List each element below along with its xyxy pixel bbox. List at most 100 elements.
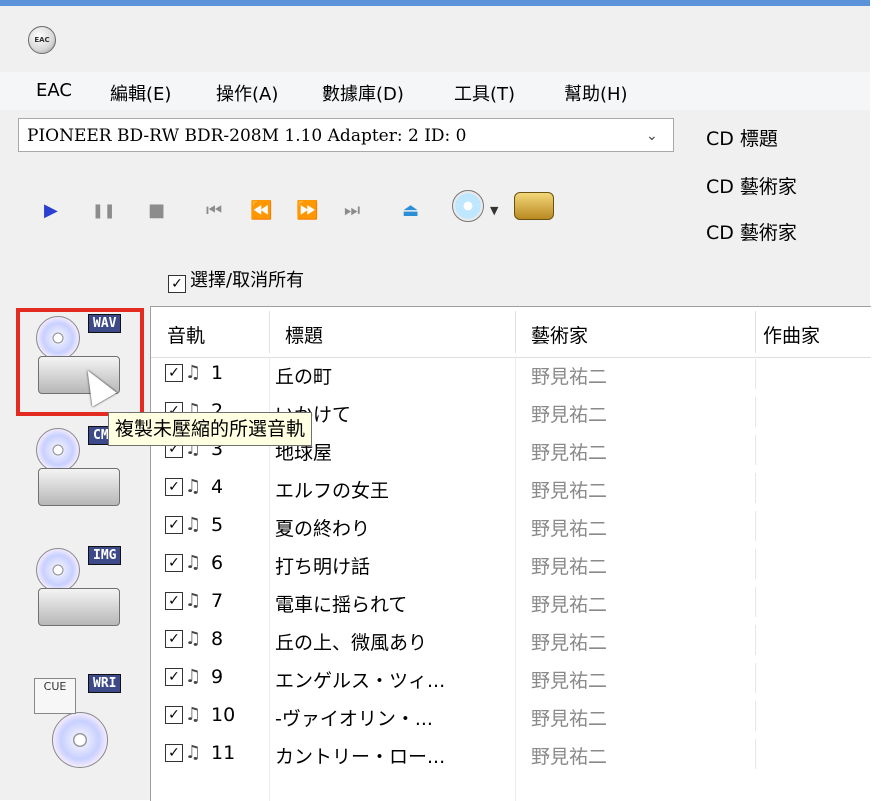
track-checkbox[interactable]: ✓ — [165, 554, 183, 572]
track-artist[interactable]: 野見祐二 — [531, 742, 607, 769]
table-row[interactable]: ✓ ♫ 6 打ち明け話 野見祐二 — [151, 549, 871, 579]
track-artist[interactable]: 野見祐二 — [531, 590, 607, 617]
track-title[interactable]: 丘の町 — [275, 362, 503, 389]
track-artist[interactable]: 野見祐二 — [531, 628, 607, 655]
track-number: 5 — [211, 514, 224, 536]
metadata-fetch-icon[interactable] — [514, 192, 554, 220]
select-all-checkbox[interactable]: ✓ 選擇/取消所有 — [168, 266, 304, 293]
pause-icon[interactable]: ❚❚ — [92, 203, 115, 219]
track-checkbox[interactable]: ✓ — [165, 668, 183, 686]
track-title[interactable]: 丘の上、微風あり — [275, 628, 503, 655]
track-title[interactable]: エンゲルス・ツィ... — [275, 666, 503, 693]
cd-artist-label: CD 藝術家 — [706, 176, 797, 198]
rewind-icon[interactable]: ⏪ — [250, 200, 272, 221]
dropdown-arrow-icon[interactable]: ▼ — [490, 204, 498, 217]
track-title[interactable]: 打ち明け話 — [275, 552, 503, 579]
track-artist[interactable]: 野見祐二 — [531, 476, 607, 503]
track-checkbox[interactable]: ✓ — [165, 516, 183, 534]
track-title[interactable]: -ヴァイオリン・... — [275, 704, 503, 731]
track-artist[interactable]: 野見祐二 — [531, 400, 607, 427]
track-composer[interactable] — [755, 587, 872, 617]
play-icon[interactable]: ▶ — [44, 200, 58, 221]
column-header-composer[interactable]: 作曲家 — [763, 321, 820, 348]
track-checkbox[interactable]: ✓ — [165, 364, 183, 382]
track-checkbox[interactable]: ✓ — [165, 592, 183, 610]
track-number: 6 — [211, 552, 224, 574]
track-composer[interactable] — [755, 701, 872, 731]
fast-forward-icon[interactable]: ⏩ — [296, 200, 318, 221]
track-artist[interactable]: 野見祐二 — [531, 438, 607, 465]
table-row[interactable]: ✓ ♫ 9 エンゲルス・ツィ... 野見祐二 — [151, 663, 871, 693]
track-artist[interactable]: 野見祐二 — [531, 666, 607, 693]
track-title[interactable]: エルフの女王 — [275, 476, 503, 503]
music-note-icon: ♫ — [185, 742, 202, 763]
track-composer[interactable] — [755, 549, 872, 579]
table-row[interactable]: ✓ ♫ 7 電車に揺られて 野見祐二 — [151, 587, 871, 617]
column-header-artist[interactable]: 藝術家 — [531, 321, 588, 348]
track-composer[interactable] — [755, 473, 872, 503]
window-frame-top — [0, 0, 870, 6]
music-note-icon: ♫ — [185, 476, 202, 497]
table-row[interactable]: ✓ ♫ 1 丘の町 野見祐二 — [151, 359, 871, 389]
track-number: 9 — [211, 666, 224, 688]
img-tag: IMG — [88, 546, 122, 565]
track-composer[interactable] — [755, 625, 872, 655]
table-row[interactable]: ✓ ♫ 5 夏の終わり 野見祐二 — [151, 511, 871, 541]
app-icon[interactable]: EAC — [28, 26, 56, 54]
track-composer[interactable] — [755, 663, 872, 693]
track-list: 音軌 標題 藝術家 作曲家 ✓ ♫ 1 丘の町 野見祐二 ✓ ♫ 2 いかけて 野見祐二 ✓ ♫ 3 地球… — [150, 306, 871, 801]
music-note-icon: ♫ — [185, 514, 202, 535]
copy-image-button[interactable]: IMG — [22, 540, 134, 640]
track-checkbox[interactable]: ✓ — [165, 630, 183, 648]
table-row[interactable]: ✓ ♫ 4 エルフの女王 野見祐二 — [151, 473, 871, 503]
track-list-header: 音軌 標題 藝術家 作曲家 — [151, 307, 871, 358]
cd-title-label: CD 標題 — [706, 128, 778, 150]
track-number: 10 — [211, 704, 236, 726]
drive-select[interactable]: PIONEER BD-RW BDR-208M 1.10 Adapter: 2 I… — [18, 118, 674, 152]
disc-icon — [52, 712, 108, 768]
menu-eac[interactable]: EAC — [36, 80, 72, 101]
track-checkbox[interactable]: ✓ — [165, 744, 183, 762]
menu-edit[interactable]: 編輯(E) — [110, 80, 171, 106]
track-title[interactable]: カントリー・ロー... — [275, 742, 503, 769]
previous-track-icon[interactable]: ⏮ — [206, 200, 222, 221]
track-composer[interactable] — [755, 397, 872, 427]
column-separator[interactable] — [515, 311, 516, 353]
table-row[interactable]: ✓ ♫ 8 丘の上、微風あり 野見祐二 — [151, 625, 871, 655]
track-number: 7 — [211, 590, 224, 612]
track-composer[interactable] — [755, 739, 872, 769]
eject-icon[interactable]: ⏏ — [402, 200, 419, 221]
column-header-track[interactable]: 音軌 — [167, 321, 205, 348]
column-separator[interactable] — [755, 311, 756, 353]
menu-tools[interactable]: 工具(T) — [454, 80, 515, 106]
chevron-down-icon[interactable]: ⌄ — [646, 128, 658, 144]
track-checkbox[interactable]: ✓ — [165, 478, 183, 496]
track-artist[interactable]: 野見祐二 — [531, 552, 607, 579]
disc-icon — [36, 548, 80, 592]
column-header-title[interactable]: 標題 — [285, 321, 323, 348]
write-cd-button[interactable]: WRI CUE — [22, 668, 134, 768]
table-row[interactable]: ✓ ♫ 10 -ヴァイオリン・... 野見祐二 — [151, 701, 871, 731]
track-title[interactable]: 電車に揺られて — [275, 590, 503, 617]
track-number: 11 — [211, 742, 236, 764]
menu-help[interactable]: 幫助(H) — [564, 80, 628, 106]
track-composer[interactable] — [755, 435, 872, 465]
track-artist[interactable]: 野見祐二 — [531, 704, 607, 731]
music-note-icon: ♫ — [185, 552, 202, 573]
next-track-icon[interactable]: ⏭ — [344, 200, 360, 221]
track-checkbox[interactable]: ✓ — [165, 706, 183, 724]
track-artist[interactable]: 野見祐二 — [531, 362, 607, 389]
track-title[interactable]: 夏の終わり — [275, 514, 503, 541]
cd-drive-icon[interactable] — [452, 190, 484, 222]
cue-sheet-icon: CUE — [34, 678, 76, 714]
track-artist[interactable]: 野見祐二 — [531, 514, 607, 541]
track-composer[interactable] — [755, 511, 872, 541]
menu-database[interactable]: 數據庫(D) — [322, 80, 404, 106]
music-note-icon: ♫ — [185, 362, 202, 383]
menu-action[interactable]: 操作(A) — [216, 80, 278, 106]
track-composer[interactable] — [755, 359, 872, 389]
table-row[interactable]: ✓ ♫ 11 カントリー・ロー... 野見祐二 — [151, 739, 871, 769]
track-number: 8 — [211, 628, 224, 650]
stop-icon[interactable]: ■ — [148, 200, 165, 221]
column-separator[interactable] — [269, 311, 270, 353]
